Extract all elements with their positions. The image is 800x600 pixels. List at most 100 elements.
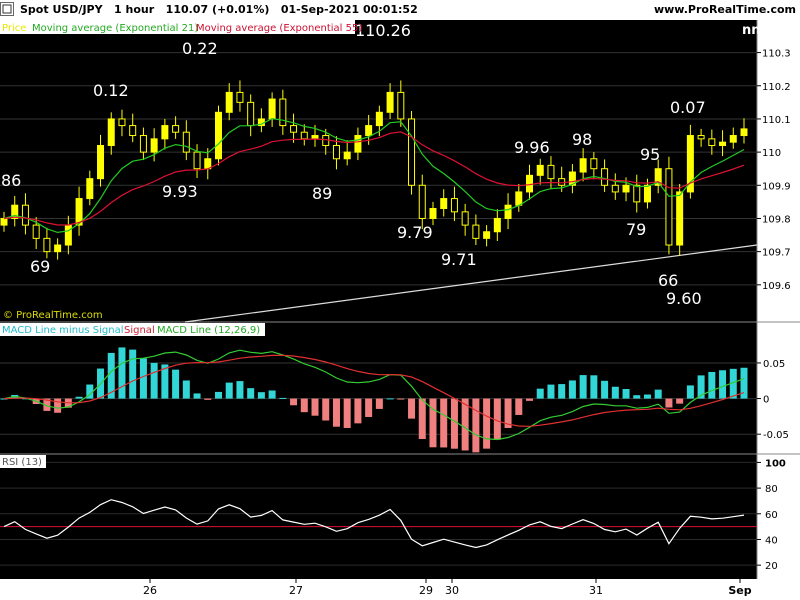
price-tick-label: 110.2 — [762, 82, 791, 93]
price-tick-label: 109.7 — [762, 248, 791, 259]
macd-hist-bar — [536, 388, 544, 399]
macd-hist-bar — [322, 398, 330, 421]
macd-hist-bar — [257, 392, 265, 399]
macd-hist-bar — [247, 388, 255, 399]
macd-hist-bar — [601, 380, 609, 399]
candle-body — [43, 237, 51, 253]
price-panel — [0, 20, 757, 322]
candle-body — [719, 141, 727, 146]
legend-signal: Signal — [124, 325, 155, 336]
candle-body — [150, 138, 158, 153]
macd-hist-bar — [611, 386, 619, 399]
price-annotation: 9.93 — [162, 182, 198, 201]
macd-hist-bar — [676, 398, 684, 404]
candle-body — [418, 184, 426, 219]
price-tick-label: 110 — [762, 148, 781, 159]
macd-hist-bar — [547, 384, 555, 399]
price-annotation: 69 — [30, 257, 50, 276]
candle-body — [161, 125, 169, 140]
candle-body — [0, 217, 8, 226]
macd-hist-bar — [515, 398, 523, 415]
price-tick-label: 110.3 — [762, 49, 791, 60]
macd-hist-bar — [332, 398, 340, 427]
price-axis — [757, 20, 800, 322]
candle-body — [408, 118, 416, 186]
macd-hist-bar — [290, 398, 298, 406]
candle-body — [290, 125, 298, 133]
rsi-tick-label: 80 — [765, 484, 778, 495]
macd-hist-bar — [172, 369, 180, 399]
macd-hist-bar — [54, 398, 62, 413]
candle-body — [740, 128, 748, 137]
x-tick-label: 31 — [589, 584, 603, 597]
price-annotation: 95 — [640, 145, 660, 164]
rsi-axis — [757, 454, 800, 579]
price-annotation: 66 — [658, 271, 678, 290]
macd-hist-bar — [708, 371, 716, 399]
candle-body — [633, 184, 641, 203]
candle-body — [54, 244, 62, 253]
legend-rsi: RSI (13) — [2, 457, 42, 468]
candle-body — [172, 125, 180, 133]
x-tick-label: 27 — [289, 584, 303, 597]
macd-hist-bar — [579, 375, 587, 399]
x-axis — [0, 579, 800, 600]
x-tick-label: 30 — [445, 584, 459, 597]
chart-header: Spot USD/JPY 1 hour 110.07 (+0.01%) 01-S… — [0, 0, 800, 20]
candle-body — [32, 224, 40, 239]
candle-body — [515, 191, 523, 206]
rsi-tick-label: 100 — [765, 458, 786, 469]
candle-body — [440, 198, 448, 210]
candle-body — [279, 98, 287, 127]
candle-body — [193, 151, 201, 170]
macd-hist-bar — [118, 347, 126, 399]
macd-hist-bar — [311, 398, 319, 416]
candle-body — [590, 158, 598, 170]
legend-ema55: Moving average (Exponential 55) — [196, 23, 362, 34]
macd-hist-bar — [236, 381, 244, 399]
macd-hist-bar — [139, 358, 147, 399]
macd-hist-bar — [354, 398, 362, 424]
chart-title: Spot USD/JPY 1 hour 110.07 (+0.01%) 01-S… — [20, 3, 418, 16]
price-annotation: 0.12 — [93, 81, 129, 100]
price-annotation: 89 — [312, 184, 332, 203]
macd-hist-bar — [150, 362, 158, 399]
candle-body — [429, 208, 437, 219]
macd-hist-bar — [268, 390, 276, 399]
candle-body — [472, 224, 480, 239]
macd-tick-label: 0 — [763, 395, 769, 406]
x-tick-label: 29 — [419, 584, 433, 597]
candle-body — [536, 164, 544, 176]
legend-macd-hist: MACD Line minus Signal — [2, 325, 123, 336]
candle-body — [311, 135, 319, 140]
legend-corner: nn — [742, 23, 761, 38]
macd-hist-bar — [386, 398, 394, 400]
candle-body — [665, 168, 673, 246]
macd-hist-bar — [408, 398, 416, 419]
candle-body — [526, 174, 534, 193]
macd-hist-bar — [450, 398, 458, 449]
macd-hist-bar — [429, 398, 437, 448]
candle-body — [225, 91, 233, 113]
candle-body — [332, 144, 340, 160]
macd-hist-bar — [568, 380, 576, 399]
macd-hist-bar — [654, 389, 662, 399]
candle-body — [493, 217, 501, 233]
chart-area: 110.3 110.2 110.1 110 109.9 109.8 109.7 109.6 0… — [0, 20, 800, 600]
candle-body — [139, 135, 147, 153]
watermark: © ProRealTime.com — [3, 310, 103, 321]
chart-toggle-icon[interactable] — [0, 2, 14, 16]
price-annotation: 0.07 — [670, 98, 706, 117]
candle-body — [611, 184, 619, 193]
macd-hist-bar — [483, 398, 491, 449]
macd-hist-bar — [719, 370, 727, 399]
candle-body — [107, 118, 115, 146]
candle-body — [622, 184, 630, 193]
price-annotation: 9.71 — [441, 250, 477, 269]
site-url[interactable]: www.ProRealTime.com — [654, 3, 796, 16]
macd-hist-bar — [418, 398, 426, 440]
candle-body — [643, 184, 651, 203]
candle-body — [579, 158, 587, 173]
candle-body — [450, 198, 458, 213]
candle-body — [601, 168, 609, 186]
